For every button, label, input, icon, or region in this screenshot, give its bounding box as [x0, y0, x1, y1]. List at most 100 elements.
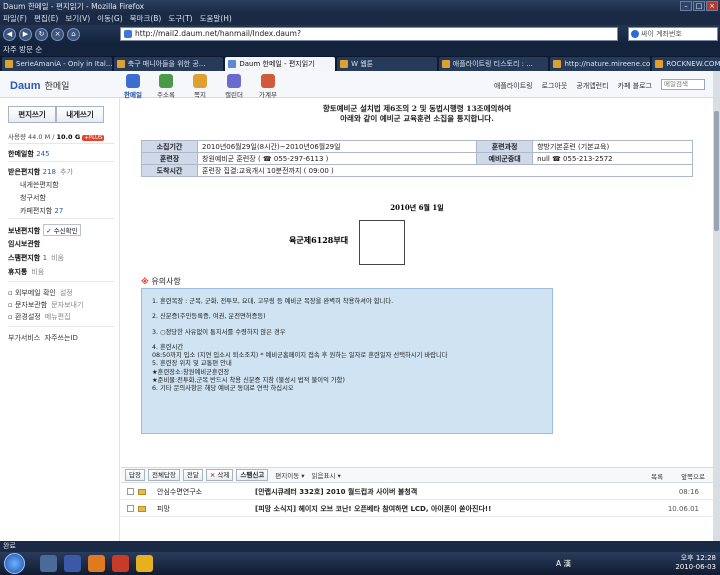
sidebar-item-extra[interactable]: 부가서비스 자주쓰는ID [8, 333, 78, 343]
app-icon[interactable] [112, 555, 129, 572]
mail-date: 10.06.01 [667, 505, 699, 513]
write-to-self-button[interactable]: 내게쓰기 [56, 106, 104, 123]
sidebar-item-cafe[interactable]: 카페편지함 27 [20, 206, 63, 216]
sidebar-item-self-mail[interactable]: 내게쓴편지함 [20, 180, 59, 190]
tab-rocknew[interactable]: ROCKNEW.COM l... [652, 57, 720, 71]
sidebar-item-trash[interactable]: 휴지통 비움 [8, 267, 44, 277]
sidebar-item-label: 스팸편지함 [8, 254, 41, 262]
sidebar-item-inbox[interactable]: 받은편지함 218 추가 [8, 167, 73, 177]
menu-view[interactable]: 보기(V) [65, 13, 90, 25]
sidebar-item-action[interactable]: 문자보내기 [51, 301, 83, 309]
menu-edit[interactable]: 편집(E) [34, 13, 58, 25]
mail-checkbox[interactable] [127, 505, 134, 512]
notice-title: ※ 유의사항 [141, 276, 181, 287]
read-receipt-button[interactable]: ✓ 수신확인 [43, 224, 81, 236]
close-icon[interactable]: × [706, 1, 718, 11]
menu-help[interactable]: 도움말(H) [200, 13, 232, 25]
mail-subject-link[interactable]: [안랩시큐레터 332호] 2010 월드컵과 사이버 불청객 [255, 484, 417, 500]
notice-item: 3. ○정당한 사유없이 통지서를 수령하지 않은 경우 [152, 328, 286, 336]
menu-tools[interactable]: 도구(T) [168, 13, 192, 25]
sidebar-item-label[interactable]: 자주쓰는ID [45, 334, 78, 342]
sidebar-item-action[interactable]: 설정 [60, 289, 73, 297]
list-item[interactable]: 안심수면연구소 [안랩시큐레터 332호] 2010 월드컵과 사이버 불청객 … [121, 484, 713, 500]
address-url: http://mail2.daum.net/hanmail/Index.daum… [135, 29, 301, 38]
media-icon[interactable] [64, 555, 81, 572]
scrollbar-thumb[interactable] [714, 111, 719, 231]
tab-label: http://nature.mireene.com/... [564, 60, 651, 68]
delete-button[interactable]: × 삭제 [205, 469, 234, 481]
tab-nature[interactable]: http://nature.mireene.com/... [550, 57, 651, 71]
table-cell: null ☎ 055-213-2572 [532, 152, 693, 165]
system-clock[interactable]: 오후 12:28 2010-06-03 [675, 554, 716, 572]
sidebar-item-action[interactable]: 메뉴편집 [45, 313, 71, 321]
page-scrollbar[interactable] [713, 71, 720, 541]
write-button[interactable]: 편지쓰기 [8, 106, 56, 123]
mail-date: 08:16 [678, 488, 699, 496]
sidebar-item-bills[interactable]: 청구서함 [20, 193, 46, 203]
mail-checkbox[interactable] [127, 488, 134, 495]
envelope-icon [138, 506, 146, 512]
sidebar-item-spam[interactable]: 스팸편지함 1 비움 [8, 253, 64, 263]
address-bar[interactable]: http://mail2.daum.net/hanmail/Index.daum… [120, 27, 618, 41]
table-header: 예비군중대 [476, 152, 534, 165]
messenger-icon[interactable] [136, 555, 153, 572]
sidebar-item-action[interactable]: 추가 [60, 168, 73, 176]
sidebar-item-action[interactable]: 비움 [51, 254, 64, 262]
reload-icon[interactable]: ↻ [35, 28, 48, 41]
mark-read-label: 읽음표시 [311, 472, 336, 480]
unit-name: 육군제6128부대 [289, 235, 349, 245]
list-button[interactable]: 목록 [651, 471, 663, 481]
mail-subject-line: 아래와 같이 예비군 교육훈련 소집을 통지합니다. [340, 114, 494, 123]
window-title: Daum 한메일 - 편지읽기 - Mozilla Firefox [3, 2, 145, 11]
menu-bookmarks[interactable]: 북마크(B) [130, 13, 162, 25]
tab-seriea[interactable]: SerieAmaniA - Only in Ital... [2, 57, 112, 71]
tab-soccer[interactable]: 축구 매니아들을 위한 공... [113, 57, 224, 71]
app-note[interactable]: 쪽지 [185, 74, 215, 99]
start-button[interactable] [4, 553, 25, 574]
app-hanmail[interactable]: 한메일 [118, 74, 148, 99]
move-dropdown[interactable]: 편지이동 ▾ [275, 470, 304, 480]
back-icon[interactable]: ◀ [3, 28, 16, 41]
mark-read-dropdown[interactable]: 읽음표시 ▾ [312, 470, 341, 480]
home-icon[interactable]: ⌂ [67, 28, 80, 41]
link-cafe-blog[interactable]: 카페 블로그 [618, 81, 652, 91]
mail-subject-link[interactable]: [피망 소식지] 헤이지 오브 코난! 오픈베타 참여하면 LCD, 아이폰이 … [255, 501, 491, 517]
app-ledger[interactable]: 가계부 [253, 74, 283, 99]
ime-indicator[interactable]: A 漢 [556, 558, 571, 569]
sidebar-item-external-mail[interactable]: ▫ 외부메일 확인 설정 [8, 288, 73, 298]
app-addressbook[interactable]: 주소록 [151, 74, 181, 99]
menu-go[interactable]: 이동(G) [97, 13, 122, 25]
forward-button[interactable]: 전달 [182, 469, 203, 481]
forward-icon[interactable]: ▶ [19, 28, 32, 41]
link-public[interactable]: 공개앱런티 [576, 81, 608, 91]
link-user[interactable]: 애플라이트링 [494, 81, 533, 91]
menu-file[interactable]: 파일(F) [3, 13, 27, 25]
list-item[interactable]: 피망 [피망 소식지] 헤이지 오브 코난! 오픈베타 참여하면 LCD, 아이… [121, 501, 713, 517]
firefox-icon[interactable] [88, 555, 105, 572]
sidebar-item-sms[interactable]: ▫ 문자보관함 문자보내기 [8, 300, 83, 310]
browser-search-input[interactable]: 싸이 계좌번호 [628, 27, 718, 41]
stop-icon[interactable]: × [51, 28, 64, 41]
daum-logo[interactable]: Daum 한메일 [10, 79, 69, 92]
prev-mail-button[interactable]: 앞쪽으로 [681, 471, 705, 481]
tab-webtoon[interactable]: W 웹툰 [337, 57, 437, 71]
maximize-icon[interactable]: □ [693, 1, 705, 11]
tab-tistory[interactable]: 애플라이트링 티스토리 : ... [438, 57, 549, 71]
link-logout[interactable]: 로그아웃 [542, 81, 568, 91]
bookmark-most-visited[interactable]: 자주 방문 순 [3, 45, 42, 54]
reply-button[interactable]: 답장 [125, 469, 145, 481]
report-spam-button[interactable]: 스팸신고 [236, 469, 269, 481]
tab-daum-mail[interactable]: Daum 한메일 - 편지읽기 [225, 57, 336, 71]
sidebar-item-drafts[interactable]: 임시보관함 [8, 239, 40, 249]
divider [8, 326, 114, 327]
quota-plus-badge[interactable]: +PLUS [82, 135, 105, 141]
minimize-icon[interactable]: – [680, 1, 692, 11]
app-calendar[interactable]: 캘린더 [219, 74, 249, 99]
sidebar-item-settings[interactable]: ▫ 환경설정 메뉴편집 [8, 312, 71, 322]
explorer-icon[interactable] [40, 555, 57, 572]
reply-all-button[interactable]: 전체답장 [147, 469, 180, 481]
sidebar-item-action[interactable]: 비움 [31, 268, 44, 276]
mail-search-input[interactable]: 메일검색 [661, 79, 705, 90]
sidebar-item-hanmail[interactable]: 한메일함 245 [8, 149, 50, 159]
sidebar-item-sent[interactable]: 보낸편지함 ✓ 수신확인 [8, 224, 81, 236]
